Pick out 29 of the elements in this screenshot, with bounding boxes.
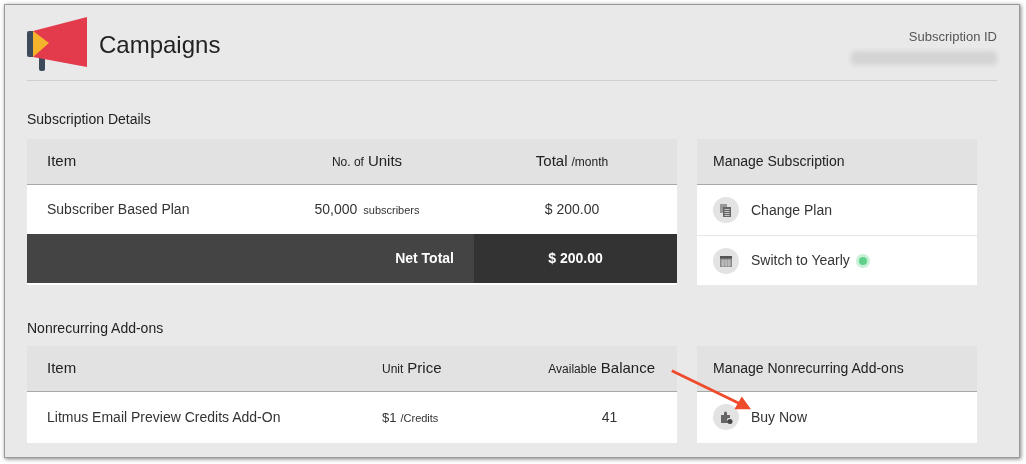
document-icon	[713, 197, 739, 223]
action-link[interactable]: Switch to Yearly	[751, 250, 850, 271]
subscription-id-label: Subscription ID	[908, 28, 997, 46]
column-header: Unit Price	[382, 358, 442, 379]
puzzle-icon	[713, 404, 739, 430]
column-header: Item	[47, 358, 77, 379]
calendar-icon	[713, 247, 739, 274]
page-title: Campaigns	[99, 29, 221, 60]
megaphone-icon	[27, 16, 89, 73]
section-heading: Nonrecurring Add-ons	[27, 320, 164, 336]
table-cell-text: $1	[382, 408, 397, 427]
action-link[interactable]: Change Plan	[751, 199, 832, 221]
column-header: No. of Units	[331, 151, 403, 172]
action-link[interactable]: Buy Now	[751, 406, 808, 428]
table-cell-text: Litmus Email Preview Credits Add-On	[46, 408, 281, 427]
table-cell-text: Subscriber Based Plan	[46, 200, 190, 219]
table-cell-text: $ 200.00	[544, 200, 600, 219]
column-header: Item	[47, 151, 77, 172]
table-cell-text: 41	[600, 408, 618, 427]
panel-title: Manage Subscription	[713, 152, 845, 171]
unit-label: subscribers	[363, 203, 420, 218]
section-heading: Subscription Details	[27, 111, 151, 127]
net-total-value-cell: $ 200.00	[474, 234, 677, 283]
column-header: Available Balance	[548, 358, 655, 379]
column-header: Total /month	[535, 151, 609, 172]
table-cell-text: 50,000	[314, 200, 358, 219]
panel-title: Manage Nonrecurring Add-ons	[713, 359, 904, 378]
unit-label: /Credits	[400, 410, 439, 426]
net-total-label-cell: Net Total	[27, 234, 474, 283]
